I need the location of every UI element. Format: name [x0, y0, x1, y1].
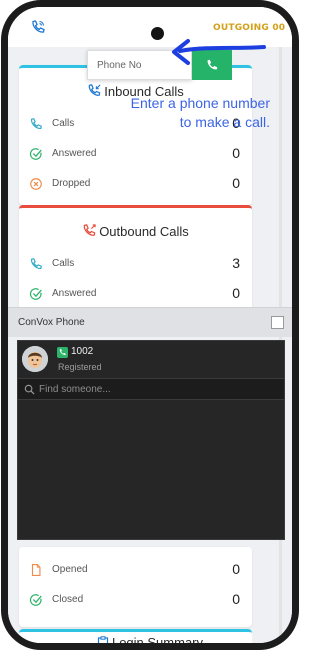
row-value: 0: [232, 145, 240, 161]
document-icon: [31, 564, 41, 576]
row-value: 0: [232, 285, 240, 301]
check-circle-icon: [29, 594, 42, 606]
avatar-face-icon: [22, 346, 48, 372]
check-circle-icon: [29, 148, 42, 160]
inbound-calls-card: Inbound Calls Calls 0 Answered 0 Dropped…: [19, 65, 252, 205]
row-label: Calls: [52, 258, 75, 269]
convox-phone-panel: ConVox Phone 1002 Registered Find someon…: [8, 307, 292, 545]
extension-number: 1002: [71, 346, 94, 357]
dial-hint-line-1: Enter a phone number: [130, 95, 270, 111]
tickets-card: Opened 0 Closed 0: [19, 547, 252, 627]
x-circle-icon: [30, 178, 42, 190]
outbound-title: Outbound Calls: [99, 224, 189, 239]
inbound-row-answered: Answered 0: [19, 139, 252, 169]
outbound-row-answered: Answered 0: [19, 279, 252, 309]
search-row: [18, 378, 284, 400]
check-circle-icon: [29, 288, 42, 300]
outbound-call-icon: [83, 224, 96, 236]
row-label: Opened: [52, 564, 88, 575]
row-label: Answered: [52, 148, 97, 159]
outbound-title-wrap: Outbound Calls: [19, 223, 252, 239]
dial-hint: Enter a phone number to make a call.: [130, 94, 270, 132]
phone-icon: [31, 258, 42, 269]
phone-icon: [31, 118, 42, 129]
login-summary-heading: Login Summary: [8, 635, 292, 643]
sip-phone-icon: [57, 347, 68, 358]
tickets-row-closed: Closed 0: [19, 585, 252, 615]
tickets-row-opened: Opened 0: [19, 555, 252, 585]
clipboard-icon: [97, 636, 109, 643]
row-label: Calls: [52, 118, 75, 129]
inbound-call-icon: [88, 84, 101, 96]
convox-body: 1002 Registered: [17, 340, 285, 540]
outbound-row-calls: Calls 3: [19, 249, 252, 279]
device-frame: OUTGOING 00 Inbound Calls Calls 0 Answer…: [1, 0, 299, 650]
row-label: Answered: [52, 288, 97, 299]
convox-header[interactable]: ConVox Phone: [8, 307, 292, 337]
row-value: 0: [232, 591, 240, 607]
avatar: [22, 346, 48, 372]
inbound-row-dropped: Dropped 0: [19, 169, 252, 199]
search-icon: [24, 384, 35, 395]
annotation-arrow-icon: [172, 39, 266, 65]
login-summary-title: Login Summary: [111, 635, 204, 643]
outgoing-label: OUTGOING 00: [213, 23, 286, 33]
registration-status: Registered: [58, 362, 102, 372]
row-label: Dropped: [52, 178, 91, 189]
account-row[interactable]: 1002 Registered: [18, 341, 284, 377]
app-screen: OUTGOING 00 Inbound Calls Calls 0 Answer…: [8, 7, 292, 643]
phone-ring-icon[interactable]: [30, 19, 46, 35]
convox-title: ConVox Phone: [18, 317, 85, 328]
search-input[interactable]: [39, 381, 269, 398]
row-value: 0: [232, 561, 240, 577]
phone-mockup: OUTGOING 00 Inbound Calls Calls 0 Answer…: [0, 0, 300, 650]
dial-hint-line-2: to make a call.: [179, 114, 270, 130]
phone-number-placeholder: Phone No: [97, 60, 142, 71]
row-value: 0: [232, 175, 240, 191]
outbound-calls-card: Outbound Calls Calls 3 Answered 0: [19, 205, 252, 315]
row-label: Closed: [52, 594, 84, 605]
row-value: 3: [232, 255, 240, 271]
front-camera: [151, 27, 164, 40]
minimize-checkbox[interactable]: [271, 316, 284, 329]
